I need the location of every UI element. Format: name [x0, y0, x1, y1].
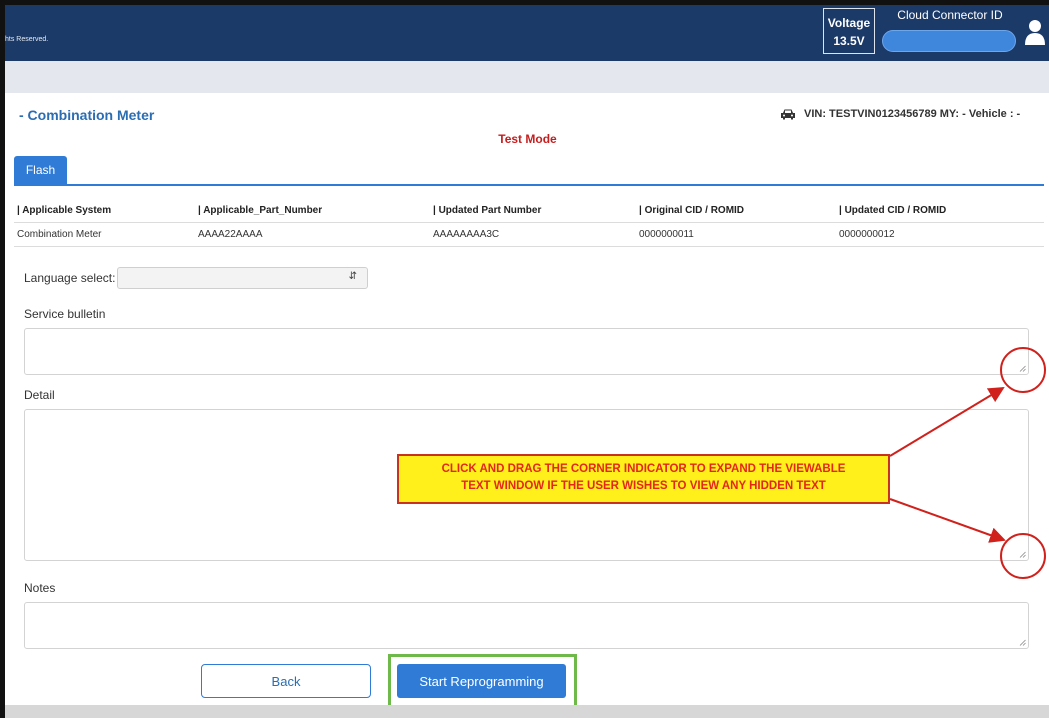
column-header: | Applicable_Part_Number [195, 200, 430, 223]
voltage-indicator: Voltage 13.5V [823, 8, 875, 54]
service-bulletin-textarea[interactable] [24, 328, 1029, 375]
column-header: | Updated Part Number [430, 200, 636, 223]
copyright-text: hts Reserved. [5, 36, 49, 43]
column-header: | Original CID / ROMID [636, 200, 836, 223]
notes-label: Notes [24, 581, 56, 595]
cloud-connector-label: Cloud Connector ID [897, 8, 1003, 22]
user-icon[interactable] [1024, 17, 1046, 49]
table-cell: AAAAAAAA3C [430, 222, 636, 247]
tab-underline [14, 184, 1044, 186]
voltage-value: 13.5V [833, 34, 865, 48]
back-button[interactable]: Back [201, 664, 371, 698]
vin-text: VIN: TESTVIN0123456789 MY: - Vehicle : - [804, 108, 1021, 120]
language-select[interactable]: ⇵ [117, 267, 368, 289]
module-title: - Combination Meter [19, 107, 155, 123]
resize-grip-icon[interactable] [1019, 365, 1026, 372]
sub-toolbar [5, 61, 1049, 93]
voltage-label: Voltage [827, 16, 871, 30]
vehicle-info: VIN: TESTVIN0123456789 MY: - Vehicle : - [780, 108, 1020, 120]
notes-textarea[interactable] [24, 602, 1029, 649]
car-icon [781, 109, 795, 120]
select-caret-icon: ⇵ [348, 271, 357, 282]
parts-table: | Applicable System | Applicable_Part_Nu… [14, 200, 1044, 247]
column-header: | Applicable System [14, 200, 195, 223]
tab-flash[interactable]: Flash [14, 156, 67, 185]
table-cell: AAAA22AAAA [195, 222, 430, 247]
table-row: Combination Meter AAAA22AAAA AAAAAAAA3C … [14, 222, 1044, 247]
resize-grip-icon[interactable] [1019, 551, 1026, 558]
table-cell: 0000000011 [636, 222, 836, 247]
resize-grip-icon[interactable] [1019, 639, 1026, 646]
start-reprogramming-button[interactable]: Start Reprogramming [397, 664, 566, 698]
callout-line-2: TEXT WINDOW IF THE USER WISHES TO VIEW A… [461, 480, 826, 492]
cloud-connector-id-field[interactable] [882, 30, 1016, 52]
callout-line-1: CLICK AND DRAG THE CORNER INDICATOR TO E… [441, 463, 846, 475]
language-select-label: Language select: [24, 271, 116, 285]
table-cell: Combination Meter [14, 222, 195, 247]
test-mode-label: Test Mode [498, 132, 557, 146]
instruction-callout: CLICK AND DRAG THE CORNER INDICATOR TO E… [397, 454, 890, 504]
table-cell: 0000000012 [836, 222, 1044, 247]
table-header-row: | Applicable System | Applicable_Part_Nu… [14, 200, 1044, 223]
detail-label: Detail [24, 388, 55, 402]
footer-bar [5, 705, 1049, 718]
column-header: | Updated CID / ROMID [836, 200, 1044, 223]
service-bulletin-label: Service bulletin [24, 307, 106, 321]
